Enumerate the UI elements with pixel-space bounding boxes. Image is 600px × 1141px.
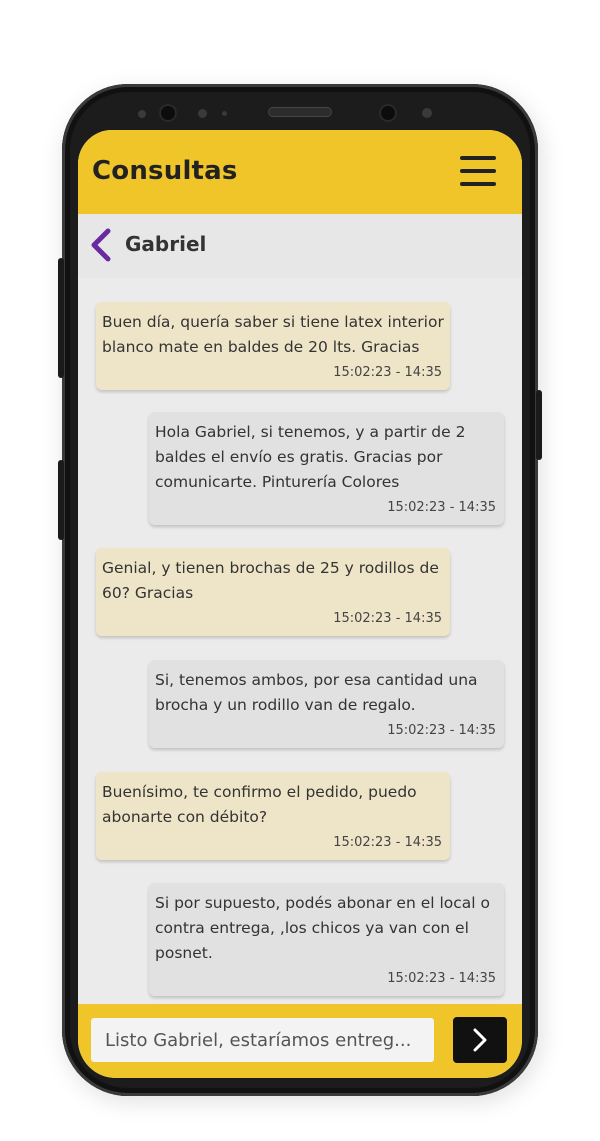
- message-list: Buen día, quería saber si tiene latex in…: [78, 278, 522, 1008]
- message-text: Si por supuesto, podés abonar en el loca…: [155, 894, 491, 962]
- send-button[interactable]: [453, 1017, 507, 1063]
- message-input[interactable]: [91, 1018, 434, 1062]
- hamburger-menu-icon[interactable]: [460, 156, 498, 188]
- message-incoming: Buen día, quería saber si tiene latex in…: [96, 302, 450, 390]
- sensor-dot: [422, 108, 432, 118]
- bixby-button: [58, 460, 64, 540]
- message-incoming: Buenísimo, te confirmo el pedido, puedo …: [96, 772, 450, 860]
- iris-camera: [159, 104, 177, 122]
- message-text: Buenísimo, te confirmo el pedido, puedo …: [102, 783, 417, 826]
- front-camera: [379, 104, 397, 122]
- message-text: Genial, y tienen brochas de 25 y rodillo…: [102, 559, 439, 602]
- sensor-dot: [138, 110, 146, 118]
- message-outgoing: Si, tenemos ambos, por esa cantidad una …: [149, 660, 504, 748]
- contact-bar: Gabriel: [78, 214, 522, 278]
- message-outgoing: Hola Gabriel, si tenemos, y a partir de …: [149, 412, 504, 525]
- message-timestamp: 15:02:23 - 14:35: [387, 971, 496, 986]
- chevron-right-icon: [473, 1028, 487, 1052]
- screen: Consultas Gabriel Buen día, quería saber…: [78, 130, 522, 1078]
- app-header: Consultas: [78, 130, 522, 214]
- message-text: Hola Gabriel, si tenemos, y a partir de …: [155, 423, 466, 491]
- message-timestamp: 15:02:23 - 14:35: [333, 611, 442, 626]
- message-outgoing: Si por supuesto, podés abonar en el loca…: [149, 883, 504, 996]
- volume-button: [58, 258, 64, 378]
- power-button: [536, 390, 542, 460]
- message-timestamp: 15:02:23 - 14:35: [333, 365, 442, 380]
- sensor-dot: [222, 111, 227, 116]
- message-timestamp: 15:02:23 - 14:35: [333, 835, 442, 850]
- message-text: Si, tenemos ambos, por esa cantidad una …: [155, 671, 478, 714]
- contact-name: Gabriel: [125, 232, 207, 256]
- message-text: Buen día, quería saber si tiene latex in…: [102, 313, 444, 356]
- page-title: Consultas: [92, 156, 238, 186]
- message-timestamp: 15:02:23 - 14:35: [387, 500, 496, 515]
- earpiece-speaker: [268, 107, 332, 117]
- sensor-dot: [198, 109, 207, 118]
- message-incoming: Genial, y tienen brochas de 25 y rodillo…: [96, 548, 450, 636]
- message-timestamp: 15:02:23 - 14:35: [387, 723, 496, 738]
- composer-bar: [78, 1004, 522, 1078]
- chevron-left-icon[interactable]: [88, 228, 114, 262]
